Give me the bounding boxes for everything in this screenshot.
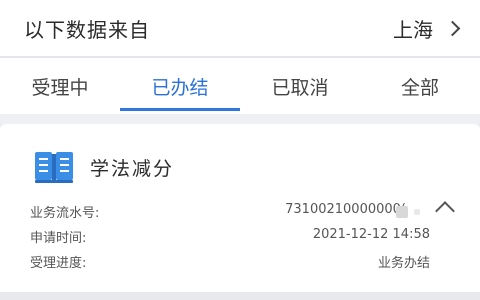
region-label: 上海 bbox=[393, 18, 433, 42]
tab-all[interactable]: 全部 bbox=[360, 58, 480, 114]
serial-number-label: 业务流水号: bbox=[30, 206, 100, 221]
chevron-right-icon bbox=[444, 20, 461, 37]
status-tabs: 受理中 已办结 已取消 全部 bbox=[0, 58, 480, 114]
redaction-mark bbox=[414, 209, 420, 215]
tab-in-progress[interactable]: 受理中 bbox=[0, 58, 120, 114]
apply-time-value: 2021-12-12 14:58 bbox=[312, 227, 430, 242]
apply-time-row: 申请时间: 2021-12-12 14:58 bbox=[30, 227, 430, 247]
tab-completed[interactable]: 已办结 bbox=[120, 58, 240, 114]
progress-value: 业务办结 bbox=[377, 256, 430, 271]
book-icon bbox=[35, 152, 73, 183]
card-title: 学法减分 bbox=[90, 158, 175, 180]
header: 以下数据来自 上海 bbox=[0, 0, 480, 56]
header-title: 以下数据来自 bbox=[24, 18, 150, 42]
progress-row: 受理进度: 业务办结 bbox=[30, 252, 430, 272]
tab-cancelled[interactable]: 已取消 bbox=[240, 58, 360, 114]
serial-number-value: 73100210000000( bbox=[285, 202, 406, 217]
chevron-up-icon[interactable] bbox=[432, 196, 458, 216]
record-card[interactable]: 学法减分 业务流水号: 73100210000000( 申请时间: 2021-1… bbox=[0, 124, 480, 300]
serial-number-row: 业务流水号: 73100210000000( bbox=[30, 202, 430, 222]
tabs-separator bbox=[0, 114, 480, 124]
redaction-mark bbox=[396, 206, 408, 218]
apply-time-label: 申请时间: bbox=[30, 231, 87, 246]
bottom-divider bbox=[0, 292, 480, 300]
progress-label: 受理进度: bbox=[30, 256, 87, 271]
active-tab-indicator bbox=[120, 108, 240, 111]
region-selector[interactable]: 上海 bbox=[393, 14, 461, 43]
